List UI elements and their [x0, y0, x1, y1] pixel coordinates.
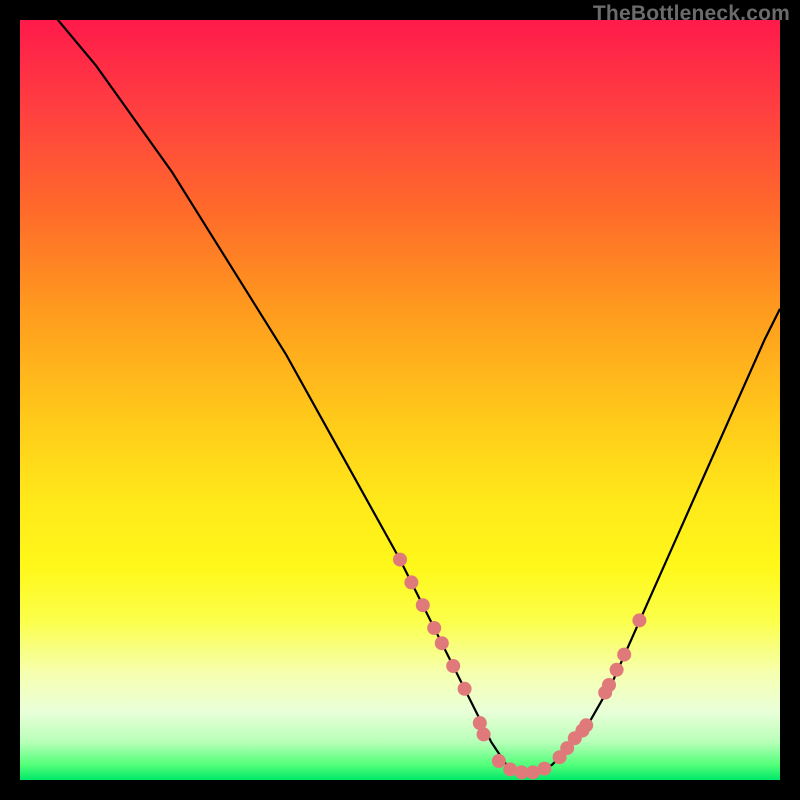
- data-marker: [632, 613, 646, 627]
- data-marker: [446, 659, 460, 673]
- data-marker: [477, 727, 491, 741]
- data-marker: [435, 636, 449, 650]
- data-marker: [610, 663, 624, 677]
- data-marker: [427, 621, 441, 635]
- data-marker: [617, 648, 631, 662]
- data-marker: [458, 682, 472, 696]
- chart-svg: [20, 20, 780, 780]
- data-marker: [579, 718, 593, 732]
- data-marker: [602, 678, 616, 692]
- data-marker: [537, 762, 551, 776]
- watermark-text: TheBottleneck.com: [593, 2, 790, 26]
- marker-group: [393, 553, 646, 780]
- data-marker: [416, 598, 430, 612]
- chart-plot-area: [20, 20, 780, 780]
- data-marker: [393, 553, 407, 567]
- bottleneck-curve: [20, 20, 780, 772]
- data-marker: [404, 575, 418, 589]
- data-marker: [492, 754, 506, 768]
- chart-frame: TheBottleneck.com: [0, 0, 800, 800]
